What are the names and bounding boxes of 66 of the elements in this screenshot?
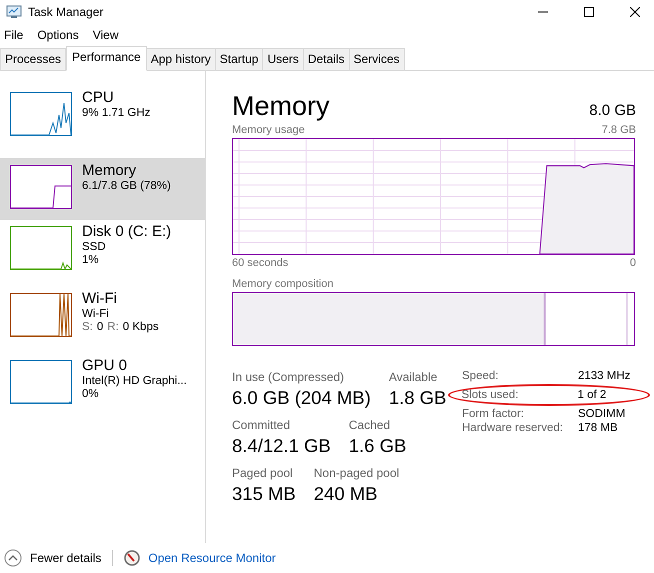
detail-label: Form factor:: [462, 408, 525, 420]
close-icon[interactable]: [630, 7, 640, 17]
total-memory: 8.0 GB: [589, 102, 636, 119]
detail-value: 1 of 2: [578, 389, 608, 401]
resource-monitor-link[interactable]: Open Resource Monitor: [148, 551, 276, 565]
graph-label: Memory usage: [232, 124, 305, 136]
resource-detail: Intel(R) HD Graphi...: [82, 375, 187, 387]
tab[interactable]: Details: [304, 48, 350, 71]
stat-label: Cached: [348, 418, 392, 432]
tab[interactable]: Users: [263, 48, 304, 71]
detail-value: 178 MB: [578, 422, 619, 434]
maximize-icon[interactable]: [584, 7, 594, 17]
resource-name: Wi-Fi: [82, 290, 118, 307]
time-axis-end: 0: [630, 257, 636, 269]
stat-value: 1.6 GB: [348, 435, 406, 457]
rate-value: 0 Kbps: [122, 321, 159, 333]
stat-label: In use (Compressed): [232, 370, 346, 384]
menu-item[interactable]: View: [92, 28, 118, 42]
sidebar-item[interactable]: GPU 0 Intel(R) HD Graphi... 0%: [0, 359, 205, 421]
stat-value: 315 MB: [232, 483, 296, 505]
menu-item[interactable]: File: [4, 28, 24, 42]
time-axis-start: 60 seconds: [232, 257, 288, 269]
resource-name: CPU: [82, 89, 115, 106]
detail-label: Slots used:: [462, 389, 520, 401]
tab[interactable]: Performance: [66, 46, 147, 71]
stat-value: 8.4/12.1 GB: [232, 435, 331, 457]
resource-detail: 1%: [82, 254, 100, 266]
stat-value: 240 MB: [314, 483, 379, 505]
stat-label: Available: [388, 370, 438, 384]
resource-detail: Wi-Fi: [82, 308, 110, 320]
stat-label: Committed: [232, 418, 292, 432]
tab[interactable]: Startup: [216, 48, 264, 71]
detail-label: Hardware reserved:: [462, 422, 564, 434]
stat-value: 6.0 GB (204 MB): [232, 387, 371, 409]
stat-value: 1.8 GB: [388, 387, 446, 409]
resource-detail: 6.1/7.8 GB (78%): [82, 180, 171, 192]
gauge-icon: [124, 550, 140, 566]
resource-detail: 9% 1.71 GHz: [82, 107, 150, 119]
resource-name: Memory: [82, 162, 138, 179]
sidebar-item[interactable]: CPU 9% 1.71 GHz: [0, 91, 205, 153]
panel-title: Memory: [232, 91, 330, 122]
chevron-up-icon[interactable]: [4, 549, 22, 567]
detail-value: SODIMM: [578, 408, 626, 420]
monitor-graph-icon: [6, 5, 22, 19]
detail-label: Speed:: [462, 370, 500, 382]
tab[interactable]: Services: [350, 48, 405, 71]
graph-max-label: 7.8 GB: [602, 124, 636, 136]
graph-label: Memory composition: [232, 278, 334, 290]
resource-name: Disk 0 (C: E:): [82, 223, 172, 240]
window-title: Task Manager: [28, 5, 104, 19]
stat-label: Paged pool: [232, 466, 294, 480]
fewer-details-button[interactable]: Fewer details: [30, 551, 102, 565]
tab[interactable]: App history: [146, 48, 216, 71]
sidebar-item[interactable]: Memory 6.1/7.8 GB (78%): [0, 158, 205, 220]
stat-label: Non-paged pool: [314, 466, 400, 480]
tab[interactable]: Processes: [0, 48, 66, 71]
detail-value: 2133 MHz: [578, 370, 630, 382]
resource-detail: 0%: [82, 388, 100, 400]
resource-name: GPU 0: [82, 357, 128, 374]
rate-label: R:: [107, 321, 119, 333]
sidebar-item[interactable]: Disk 0 (C: E:) SSD 1%: [0, 225, 205, 287]
resource-detail: SSD: [82, 241, 107, 253]
rate-label: S:: [82, 321, 93, 333]
menu-item[interactable]: Options: [37, 28, 79, 42]
sidebar-item[interactable]: Wi-Fi Wi-Fi S: 0 R: 0 Kbps: [0, 292, 205, 354]
rate-value: 0: [96, 321, 104, 333]
